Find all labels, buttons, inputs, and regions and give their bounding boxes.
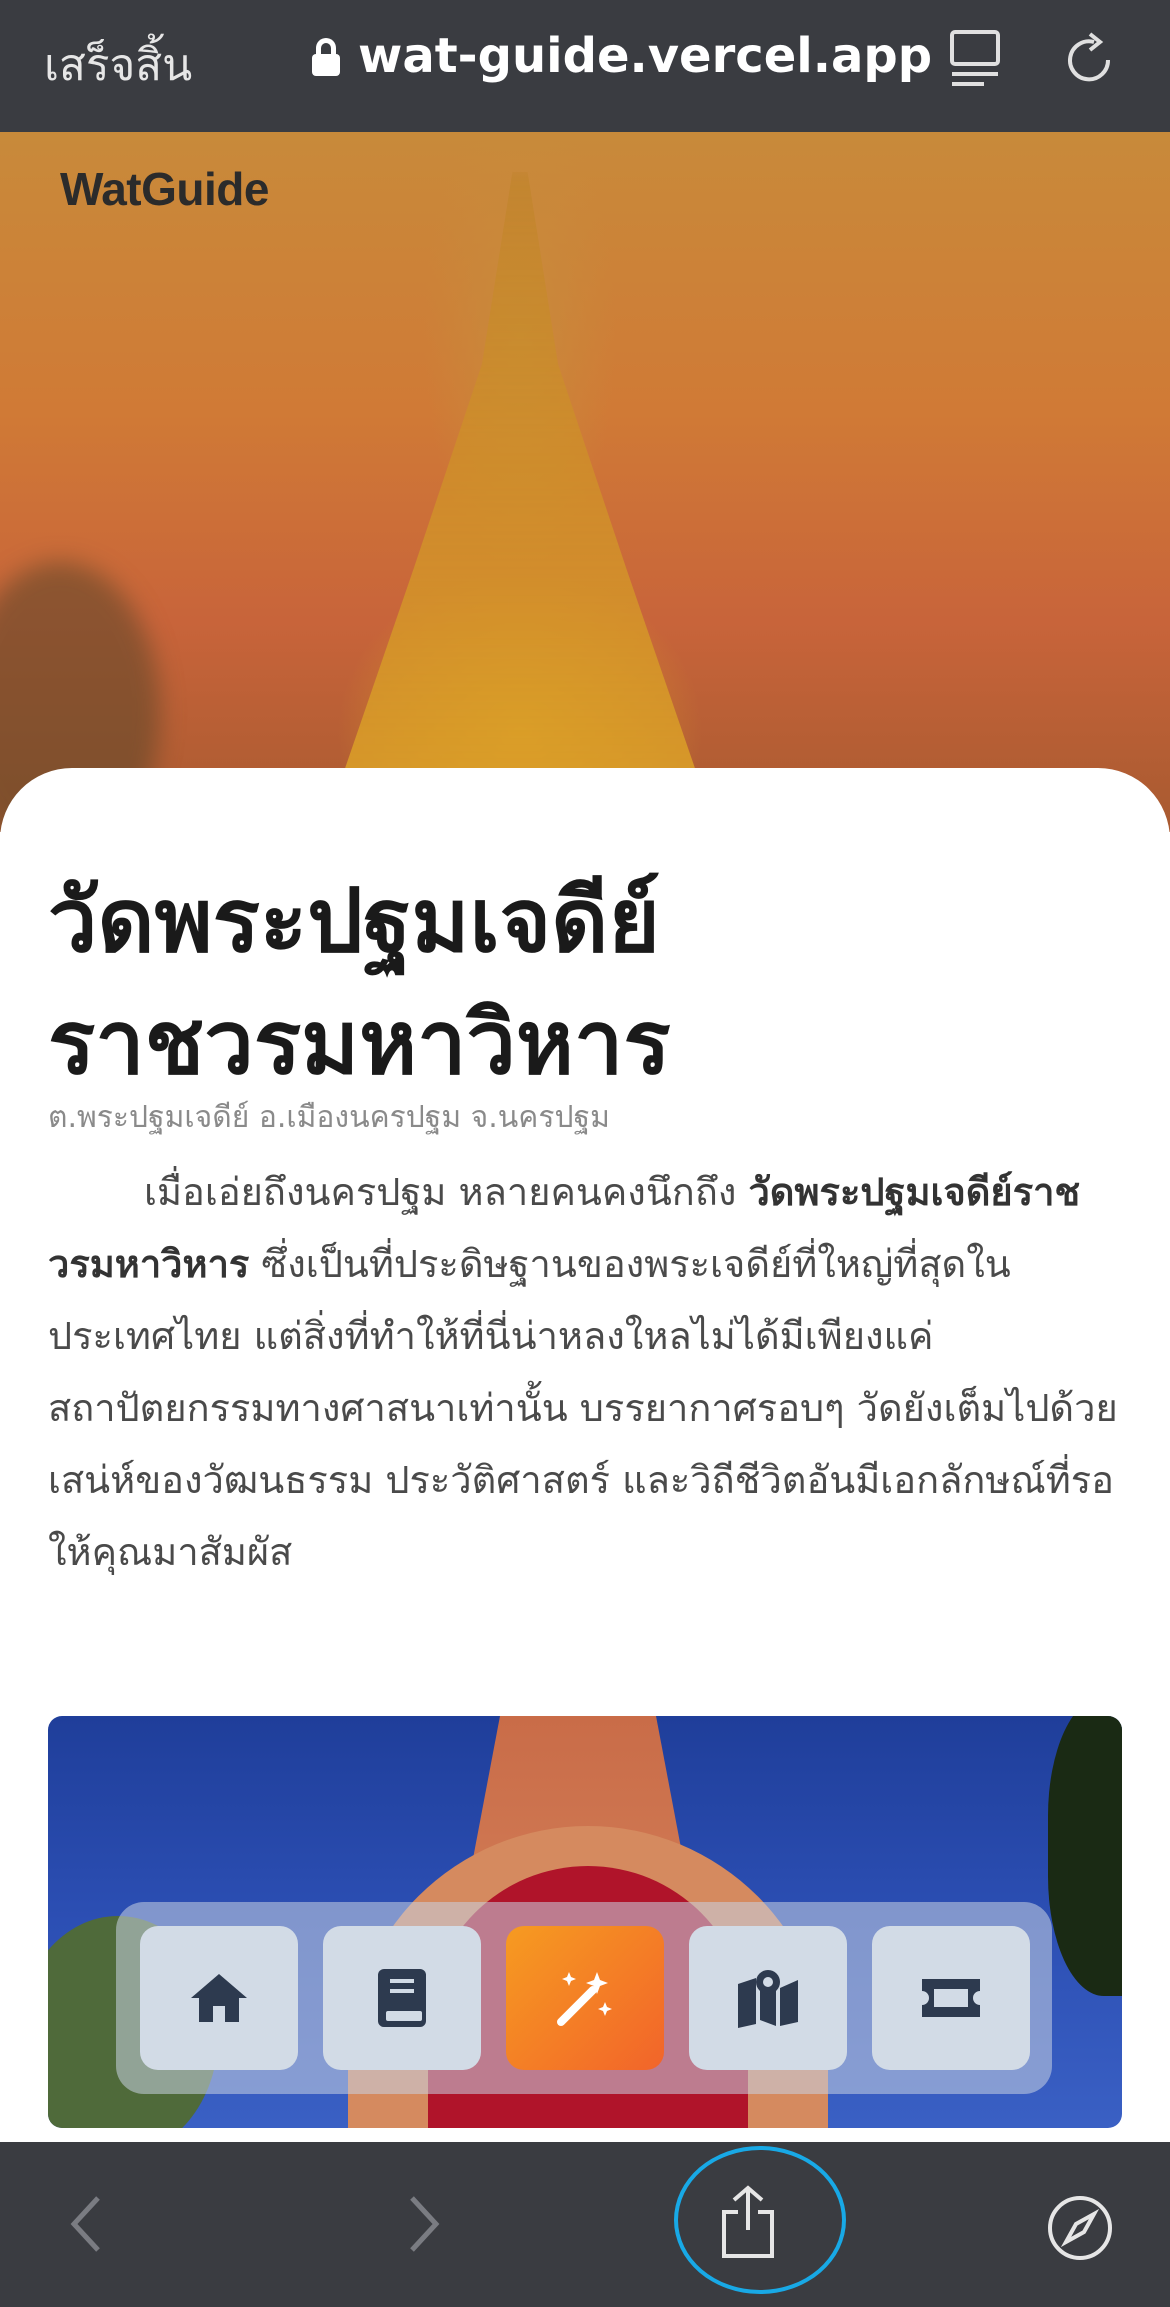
compass-icon[interactable] [1046, 2194, 1114, 2266]
reader-mode-icon[interactable] [948, 28, 1004, 96]
site-logo[interactable]: WatGuide [60, 162, 269, 216]
title-line-2: ราชวรมหาวิหาร [48, 991, 671, 1094]
hero-stupa [330, 172, 710, 812]
bottom-nav [116, 1902, 1052, 2094]
done-button[interactable]: เสร็จสิ้น [44, 30, 192, 100]
nav-ticket-button[interactable] [872, 1926, 1030, 2070]
intro-paragraph: เมื่อเอ่ยถึงนครปฐม หลายคนคงนึกถึง วัดพระ… [48, 1156, 1128, 1588]
magic-wand-icon [557, 1972, 612, 2026]
reload-icon[interactable] [1064, 30, 1118, 94]
browser-top-bar: เสร็จสิ้น wat-guide.vercel.app [0, 0, 1170, 132]
ticket-icon [922, 1979, 980, 2017]
address-bar[interactable]: wat-guide.vercel.app [312, 28, 932, 84]
intro-rest: ซึ่งเป็นที่ประดิษฐานของพระเจดีย์ที่ใหญ่ท… [48, 1242, 1118, 1574]
home-icon [191, 1974, 247, 2022]
url-text: wat-guide.vercel.app [358, 28, 933, 84]
lock-icon [312, 38, 340, 76]
browser-bottom-bar [0, 2142, 1170, 2307]
intro-lead: เมื่อเอ่ยถึงนครปฐม หลายคนคงนึกถึง [144, 1170, 749, 1214]
page-title: วัดพระปฐมเจดีย์ ราชวรมหาวิหาร [48, 860, 1128, 1104]
photo-tree-right [1048, 1716, 1122, 1996]
nav-guide-button[interactable] [323, 1926, 481, 2070]
share-highlight-annotation [674, 2146, 846, 2294]
nav-map-button[interactable] [689, 1926, 847, 2070]
location-text: ต.พระปฐมเจดีย์ อ.เมืองนครปฐม จ.นครปฐม [48, 1100, 610, 1135]
nav-magic-button[interactable] [506, 1926, 664, 2070]
back-icon[interactable] [66, 2192, 106, 2260]
forward-icon[interactable] [404, 2192, 444, 2260]
map-icon [738, 1970, 798, 2028]
title-line-1: วัดพระปฐมเจดีย์ [48, 869, 660, 972]
nav-home-button[interactable] [140, 1926, 298, 2070]
book-icon [378, 1969, 426, 2027]
hero-image: WatGuide [0, 132, 1170, 832]
